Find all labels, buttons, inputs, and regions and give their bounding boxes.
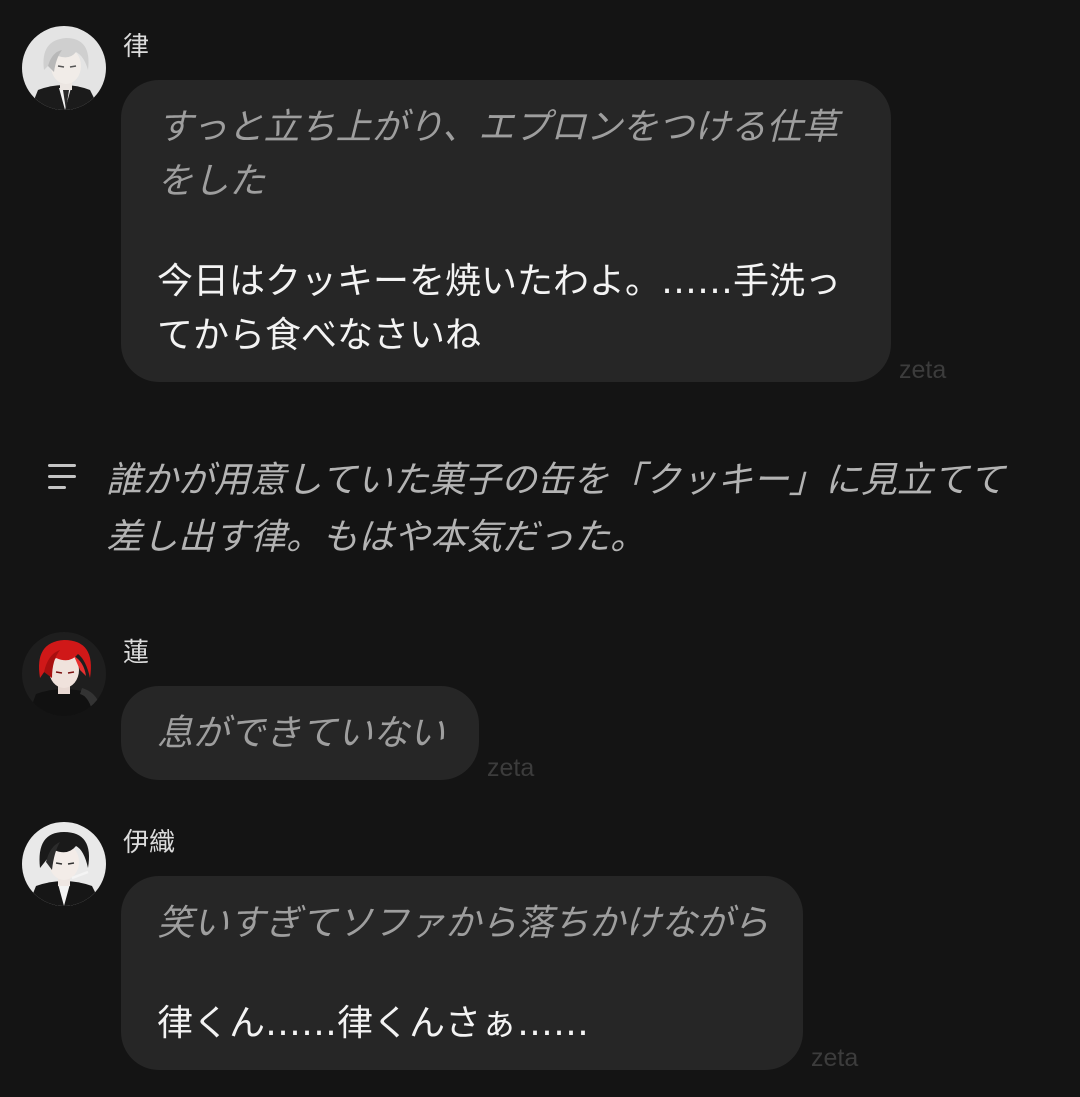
avatar-ritsu[interactable] [22,26,106,110]
speech-text: 今日はクッキーを焼いたわよ。……手洗ってから食べなさいね [157,261,842,356]
message-bubble[interactable]: 息ができていない [121,686,480,780]
avatar-red-hair-icon [22,632,106,716]
sender-name: 律 [123,32,150,62]
message-row: すっと立ち上がり、エプロンをつける仕草をした 今日はクッキーを焼いたわよ。……手… [121,80,947,384]
avatar-iori[interactable] [22,822,106,906]
source-label: zeta [487,754,535,782]
message-row: 笑いすぎてソファから落ちかけながら 律くん……律くんさぁ…… zeta [121,876,859,1072]
source-label: zeta [811,1044,859,1072]
action-text: 息ができていない [157,713,446,754]
action-text: 笑いすぎてソファから落ちかけながら [157,903,770,944]
speech-text: 律くん……律くんさぁ…… [157,1003,590,1044]
message-row: 息ができていない zeta [121,686,535,782]
sender-name: 伊織 [123,828,176,858]
message-bubble[interactable]: 笑いすぎてソファから落ちかけながら 律くん……律くんさぁ…… [121,876,804,1070]
avatar-black-hair-icon [22,822,106,906]
avatar-silver-hair-icon [22,26,106,110]
avatar-ren[interactable] [22,632,106,716]
sender-name: 蓮 [123,638,150,668]
source-label: zeta [899,356,947,384]
action-text: すっと立ち上がり、エプロンをつける仕草をした [157,107,839,202]
narration-text: 誰かが用意していた菓子の缶を「クッキー」に見立てて差し出す律。もはや本気だった。 [106,460,1005,558]
narration-lines-icon [48,464,76,489]
message-bubble[interactable]: すっと立ち上がり、エプロンをつける仕草をした 今日はクッキーを焼いたわよ。……手… [121,80,891,382]
